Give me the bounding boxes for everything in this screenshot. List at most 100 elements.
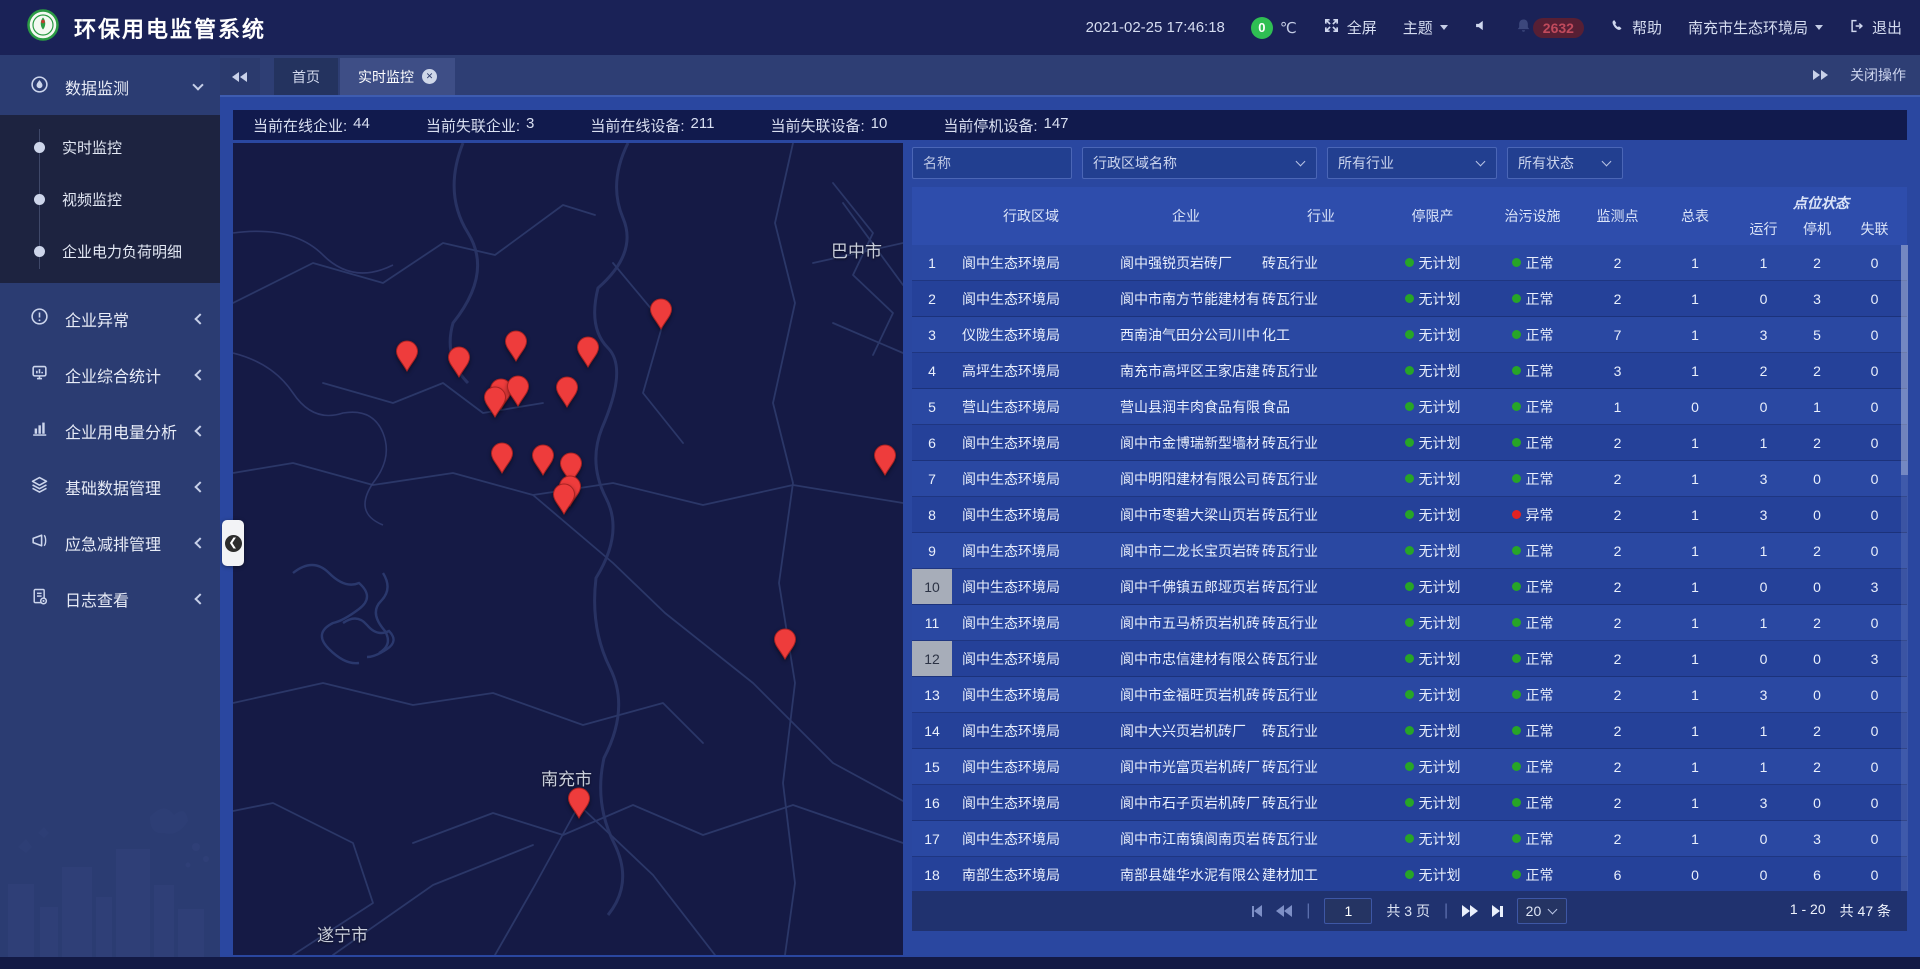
stat-offline-enterprises: 当前失联企业:3: [426, 115, 535, 136]
status-dot-icon: [1405, 618, 1414, 627]
map-panel[interactable]: 巴中市 南充市 遂宁市: [233, 143, 903, 955]
map-pin[interactable]: [552, 483, 576, 515]
table-row[interactable]: 5营山生态环境局营山县润丰肉食品有限食品无计划正常10010: [912, 389, 1907, 425]
col-run: 运行: [1735, 213, 1792, 245]
table-row[interactable]: 16阆中生态环境局阆中市石子页岩机砖厂砖瓦行业无计划正常21300: [912, 785, 1907, 821]
cell-region: 阆中生态环境局: [952, 821, 1110, 856]
cell-industry: 建材加工: [1262, 857, 1380, 891]
name-filter[interactable]: [912, 147, 1072, 179]
sidebar-item-video-monitor[interactable]: 视频监控: [0, 173, 220, 225]
table-row[interactable]: 12阆中生态环境局阆中市忠信建材有限公砖瓦行业无计划正常21003: [912, 641, 1907, 677]
region-filter-select[interactable]: 行政区域名称: [1082, 147, 1317, 179]
industry-filter-select[interactable]: 所有行业: [1327, 147, 1497, 179]
table-row[interactable]: 4高坪生态环境局南充市高坪区王家店建砖瓦行业无计划正常31220: [912, 353, 1907, 389]
table-row[interactable]: 8阆中生态环境局阆中市枣碧大梁山页岩砖瓦行业无计划异常21300: [912, 497, 1907, 533]
cell-index: 5: [912, 389, 952, 424]
mute-button[interactable]: [1474, 18, 1489, 37]
cell-running-count: 0: [1735, 821, 1792, 856]
cell-running-count: 1: [1735, 425, 1792, 460]
next-page-button[interactable]: [1462, 905, 1478, 917]
cell-industry: 砖瓦行业: [1262, 677, 1380, 712]
table-row[interactable]: 7阆中生态环境局阆中明阳建材有限公司砖瓦行业无计划正常21300: [912, 461, 1907, 497]
page-size-select[interactable]: 20: [1517, 898, 1568, 924]
tab-realtime-monitor[interactable]: 实时监控 ✕: [340, 58, 455, 95]
cell-running-count: 0: [1735, 641, 1792, 676]
city-label-nanchong: 南充市: [541, 765, 592, 790]
map-pin[interactable]: [506, 375, 530, 407]
cell-monitor-points: 2: [1580, 749, 1655, 784]
status-dot-icon: [1512, 654, 1521, 663]
map-pin[interactable]: [395, 340, 419, 372]
map-pin[interactable]: [567, 787, 591, 819]
page-number-input[interactable]: [1324, 898, 1372, 924]
last-page-button[interactable]: [1492, 905, 1503, 917]
cell-lost-count: 0: [1842, 605, 1907, 640]
close-operations-button[interactable]: 关闭操作: [1850, 65, 1906, 85]
cell-running-count: 3: [1735, 317, 1792, 352]
map-pin[interactable]: [531, 444, 555, 476]
sidebar-item-realtime-monitor[interactable]: 实时监控: [0, 121, 220, 173]
col-industry: 行业: [1262, 187, 1380, 245]
table-scrollbar[interactable]: [1901, 245, 1908, 891]
cell-total-meters: 1: [1655, 317, 1735, 352]
status-filter-select[interactable]: 所有状态: [1507, 147, 1623, 179]
map-pin[interactable]: [504, 330, 528, 362]
sidebar-item-data-monitor[interactable]: 数据监测: [0, 59, 220, 115]
prev-page-button[interactable]: [1276, 905, 1292, 917]
table-row[interactable]: 14阆中生态环境局阆中大兴页岩机砖厂砖瓦行业无计划正常21120: [912, 713, 1907, 749]
tab-close-icon[interactable]: ✕: [422, 69, 437, 84]
help-button[interactable]: 帮助: [1610, 17, 1662, 38]
map-pin[interactable]: [447, 346, 471, 378]
gauge-icon: [30, 75, 49, 99]
table-row[interactable]: 9阆中生态环境局阆中市二龙长宝页岩砖砖瓦行业无计划正常21120: [912, 533, 1907, 569]
table-row[interactable]: 11阆中生态环境局阆中市五马桥页岩机砖砖瓦行业无计划正常21120: [912, 605, 1907, 641]
theme-dropdown[interactable]: 主题: [1403, 17, 1448, 38]
table-row[interactable]: 17阆中生态环境局阆中市江南镇阆南页岩砖瓦行业无计划正常21030: [912, 821, 1907, 857]
table-row[interactable]: 3仪陇生态环境局西南油气田分公司川中化工无计划正常71350: [912, 317, 1907, 353]
table-row[interactable]: 6阆中生态环境局阆中市金博瑞新型墙材砖瓦行业无计划正常21120: [912, 425, 1907, 461]
status-dot-icon: [1512, 366, 1521, 375]
map-pin[interactable]: [483, 386, 507, 418]
first-page-button[interactable]: [1252, 905, 1263, 917]
sidebar-item-log-view[interactable]: 日志查看: [0, 571, 220, 627]
cell-industry: 砖瓦行业: [1262, 461, 1380, 496]
cell-facility-status: 正常: [1485, 605, 1580, 640]
table-row[interactable]: 1阆中生态环境局阆中强锐页岩砖厂砖瓦行业无计划正常21120: [912, 245, 1907, 281]
cell-region: 阆中生态环境局: [952, 641, 1110, 676]
sidebar-item-enterprise-abnormal[interactable]: 企业异常: [0, 291, 220, 347]
sidebar-item-enterprise-statistics[interactable]: 企业综合统计: [0, 347, 220, 403]
org-dropdown[interactable]: 南充市生态环境局: [1688, 17, 1823, 38]
table-row[interactable]: 13阆中生态环境局阆中市金福旺页岩机砖砖瓦行业无计划正常21300: [912, 677, 1907, 713]
map-pin[interactable]: [555, 376, 579, 408]
table-row[interactable]: 10阆中生态环境局阆中千佛镇五郎垭页岩砖瓦行业无计划正常21003: [912, 569, 1907, 605]
sidebar-item-power-load-detail[interactable]: 企业电力负荷明细: [0, 225, 220, 277]
table-row[interactable]: 2阆中生态环境局阆中市南方节能建材有砖瓦行业无计划正常21030: [912, 281, 1907, 317]
map-pin[interactable]: [773, 628, 797, 660]
table-row[interactable]: 18南部生态环境局南部县雄华水泥有限公建材加工无计划正常60060: [912, 857, 1907, 891]
cell-total-meters: 1: [1655, 245, 1735, 280]
cell-stopped-count: 2: [1792, 245, 1842, 280]
sidebar-item-emergency-reduction[interactable]: 应急减排管理: [0, 515, 220, 571]
map-pin[interactable]: [649, 298, 673, 330]
map-pin[interactable]: [576, 336, 600, 368]
cell-index: 12: [912, 641, 952, 676]
sidebar-item-base-data[interactable]: 基础数据管理: [0, 459, 220, 515]
cell-index: 2: [912, 281, 952, 316]
notifications[interactable]: 2632: [1515, 17, 1584, 38]
tabs-scroll-left-button[interactable]: [220, 58, 260, 95]
table-row[interactable]: 15阆中生态环境局阆中市光富页岩机砖厂砖瓦行业无计划正常21120: [912, 749, 1907, 785]
cell-company: 阆中市金博瑞新型墙材: [1110, 425, 1262, 460]
cell-company: 南充市高坪区王家店建: [1110, 353, 1262, 388]
cell-limit-status: 无计划: [1380, 641, 1485, 676]
tab-home[interactable]: 首页: [274, 58, 338, 95]
fullscreen-button[interactable]: 全屏: [1323, 17, 1377, 38]
cell-stopped-count: 2: [1792, 353, 1842, 388]
double-chevron-right-icon[interactable]: [1812, 70, 1828, 80]
sidebar-collapse-handle[interactable]: ❮: [222, 520, 244, 566]
map-pin[interactable]: [490, 442, 514, 474]
name-search-input[interactable]: [923, 155, 1061, 171]
cell-monitor-points: 2: [1580, 713, 1655, 748]
logout-button[interactable]: 退出: [1849, 17, 1902, 38]
sidebar-item-power-analysis[interactable]: 企业用电量分析: [0, 403, 220, 459]
map-pin[interactable]: [873, 444, 897, 476]
